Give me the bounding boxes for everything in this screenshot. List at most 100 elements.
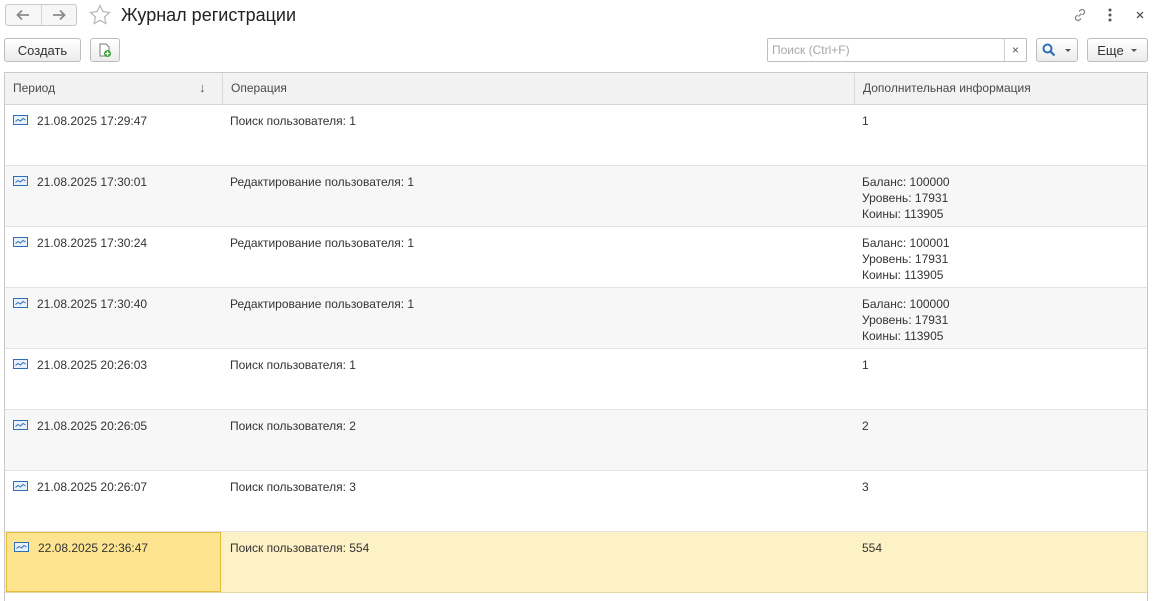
info-line: Уровень: 17931 (862, 252, 949, 266)
log-record-icon (13, 237, 28, 247)
period-text: 22.08.2025 22:36:47 (38, 541, 149, 555)
back-button[interactable] (6, 5, 42, 25)
cell-period[interactable]: 21.08.2025 17:30:24 (5, 227, 222, 287)
more-vertical-icon[interactable] (1101, 6, 1119, 24)
search-clear-button[interactable]: × (1004, 39, 1026, 61)
period-text: 21.08.2025 17:29:47 (37, 114, 148, 128)
close-icon[interactable] (1131, 6, 1149, 24)
table-row[interactable]: 21.08.2025 17:30:01 Редактирование пользо… (5, 166, 1147, 227)
info-line: Коины: 113905 (862, 329, 944, 343)
period-text: 21.08.2025 20:26:07 (37, 480, 148, 494)
cell-info[interactable]: 3 (854, 471, 1147, 531)
cell-period[interactable]: 21.08.2025 20:26:03 (5, 349, 222, 409)
cell-period[interactable]: 21.08.2025 17:29:47 (5, 105, 222, 165)
page-title: Журнал регистрации (121, 5, 297, 25)
search-input[interactable] (768, 39, 1004, 61)
log-table: Период ↓ Операция Дополнительная информа… (4, 72, 1148, 601)
search-options-button[interactable] (1036, 38, 1078, 62)
period-text: 21.08.2025 17:30:24 (37, 236, 148, 250)
search-icon (1042, 43, 1056, 57)
navigation-buttons (5, 4, 77, 26)
cell-info[interactable]: 554 (854, 532, 1147, 592)
cell-period[interactable]: 22.08.2025 22:36:47 (6, 532, 221, 592)
cell-info[interactable]: 1 (854, 105, 1147, 165)
info-line: Уровень: 17931 (862, 313, 949, 327)
info-line: Баланс: 100000 (862, 175, 950, 189)
operation-text: Поиск пользователя: 1 (230, 358, 356, 372)
info-line: Коины: 113905 (862, 207, 944, 221)
cell-operation[interactable]: Редактирование пользователя: 1 (222, 166, 854, 226)
table-row[interactable]: 21.08.2025 20:26:03 Поиск пользователя: 1… (5, 349, 1147, 410)
report-button[interactable] (90, 38, 120, 62)
info-line: 3 (862, 480, 869, 494)
create-button[interactable]: Создать (4, 38, 81, 62)
info-line: 2 (862, 419, 869, 433)
cell-operation[interactable]: Поиск пользователя: 2 (222, 410, 854, 470)
create-button-label: Создать (17, 42, 68, 58)
table-header: Период ↓ Операция Дополнительная информа… (5, 73, 1147, 105)
cell-period[interactable]: 21.08.2025 17:30:01 (5, 166, 222, 226)
period-text: 21.08.2025 17:30:01 (37, 175, 148, 189)
log-record-icon (13, 176, 28, 186)
cell-info[interactable]: 2 (854, 410, 1147, 470)
cell-operation[interactable]: Поиск пользователя: 554 (222, 532, 854, 592)
cell-info[interactable]: Баланс: 100000 Уровень: 17931 Коины: 11390… (854, 166, 1147, 226)
table-row[interactable]: 21.08.2025 20:26:07 Поиск пользователя: 3… (5, 471, 1147, 532)
table-body: 21.08.2025 17:29:47 Поиск пользователя: 1… (5, 105, 1147, 593)
arrow-left-icon (16, 9, 30, 21)
arrow-right-icon (52, 9, 66, 21)
period-text: 21.08.2025 17:30:40 (37, 297, 148, 311)
cell-info[interactable]: Баланс: 100000 Уровень: 17931 Коины: 11390… (854, 288, 1147, 348)
operation-text: Поиск пользователя: 554 (230, 541, 370, 555)
cell-period[interactable]: 21.08.2025 17:30:40 (5, 288, 222, 348)
search-field[interactable]: × (767, 38, 1027, 62)
star-icon[interactable] (88, 3, 112, 27)
sort-descending-icon[interactable]: ↓ (199, 80, 206, 96)
column-header-info[interactable]: Дополнительная информация (854, 73, 1147, 104)
info-line: Баланс: 100000 (862, 297, 950, 311)
log-record-icon (13, 481, 28, 491)
cell-operation[interactable]: Поиск пользователя: 3 (222, 471, 854, 531)
log-record-icon (14, 542, 29, 552)
period-text: 21.08.2025 20:26:03 (37, 358, 148, 372)
cell-operation[interactable]: Поиск пользователя: 1 (222, 105, 854, 165)
operation-text: Редактирование пользователя: 1 (230, 236, 415, 250)
cell-info[interactable]: Баланс: 100001 Уровень: 17931 Коины: 11390… (854, 227, 1147, 287)
more-button[interactable]: Еще (1087, 38, 1148, 62)
table-row[interactable]: 21.08.2025 17:29:47 Поиск пользователя: 1… (5, 105, 1147, 166)
report-add-icon (99, 43, 111, 57)
operation-text: Поиск пользователя: 3 (230, 480, 356, 494)
cell-info[interactable]: 1 (854, 349, 1147, 409)
cell-period[interactable]: 21.08.2025 20:26:07 (5, 471, 222, 531)
info-line: 1 (862, 358, 869, 372)
operation-text: Поиск пользователя: 2 (230, 419, 356, 433)
operation-text: Редактирование пользователя: 1 (230, 175, 415, 189)
table-row[interactable]: 22.08.2025 22:36:47 Поиск пользователя: 5… (5, 532, 1147, 593)
table-row[interactable]: 21.08.2025 17:30:40 Редактирование пользо… (5, 288, 1147, 349)
column-header-operation[interactable]: Операция (222, 73, 854, 104)
link-icon[interactable] (1071, 6, 1089, 24)
info-line: Уровень: 17931 (862, 191, 949, 205)
cell-period[interactable]: 21.08.2025 20:26:05 (5, 410, 222, 470)
table-row[interactable]: 21.08.2025 17:30:24 Редактирование пользо… (5, 227, 1147, 288)
cell-operation[interactable]: Редактирование пользователя: 1 (222, 288, 854, 348)
chevron-down-icon (1065, 48, 1071, 52)
table-row[interactable]: 21.08.2025 20:26:05 Поиск пользователя: 2… (5, 410, 1147, 471)
info-line: 554 (862, 541, 883, 555)
column-header-label: Дополнительная информация (863, 81, 1031, 95)
cell-operation[interactable]: Редактирование пользователя: 1 (222, 227, 854, 287)
period-text: 21.08.2025 20:26:05 (37, 419, 148, 433)
forward-button[interactable] (42, 5, 77, 25)
log-record-icon (13, 115, 28, 125)
chevron-down-icon (1130, 48, 1137, 52)
log-record-icon (13, 359, 28, 369)
info-line: Коины: 113905 (862, 268, 944, 282)
title-bar: Журнал регистрации (0, 0, 1156, 34)
cell-operation[interactable]: Поиск пользователя: 1 (222, 349, 854, 409)
column-header-period[interactable]: Период (5, 73, 222, 104)
info-line: Баланс: 100001 (862, 236, 950, 250)
operation-text: Редактирование пользователя: 1 (230, 297, 415, 311)
column-header-label: Период (13, 81, 56, 95)
operation-text: Поиск пользователя: 1 (230, 114, 356, 128)
log-record-icon (13, 298, 28, 308)
